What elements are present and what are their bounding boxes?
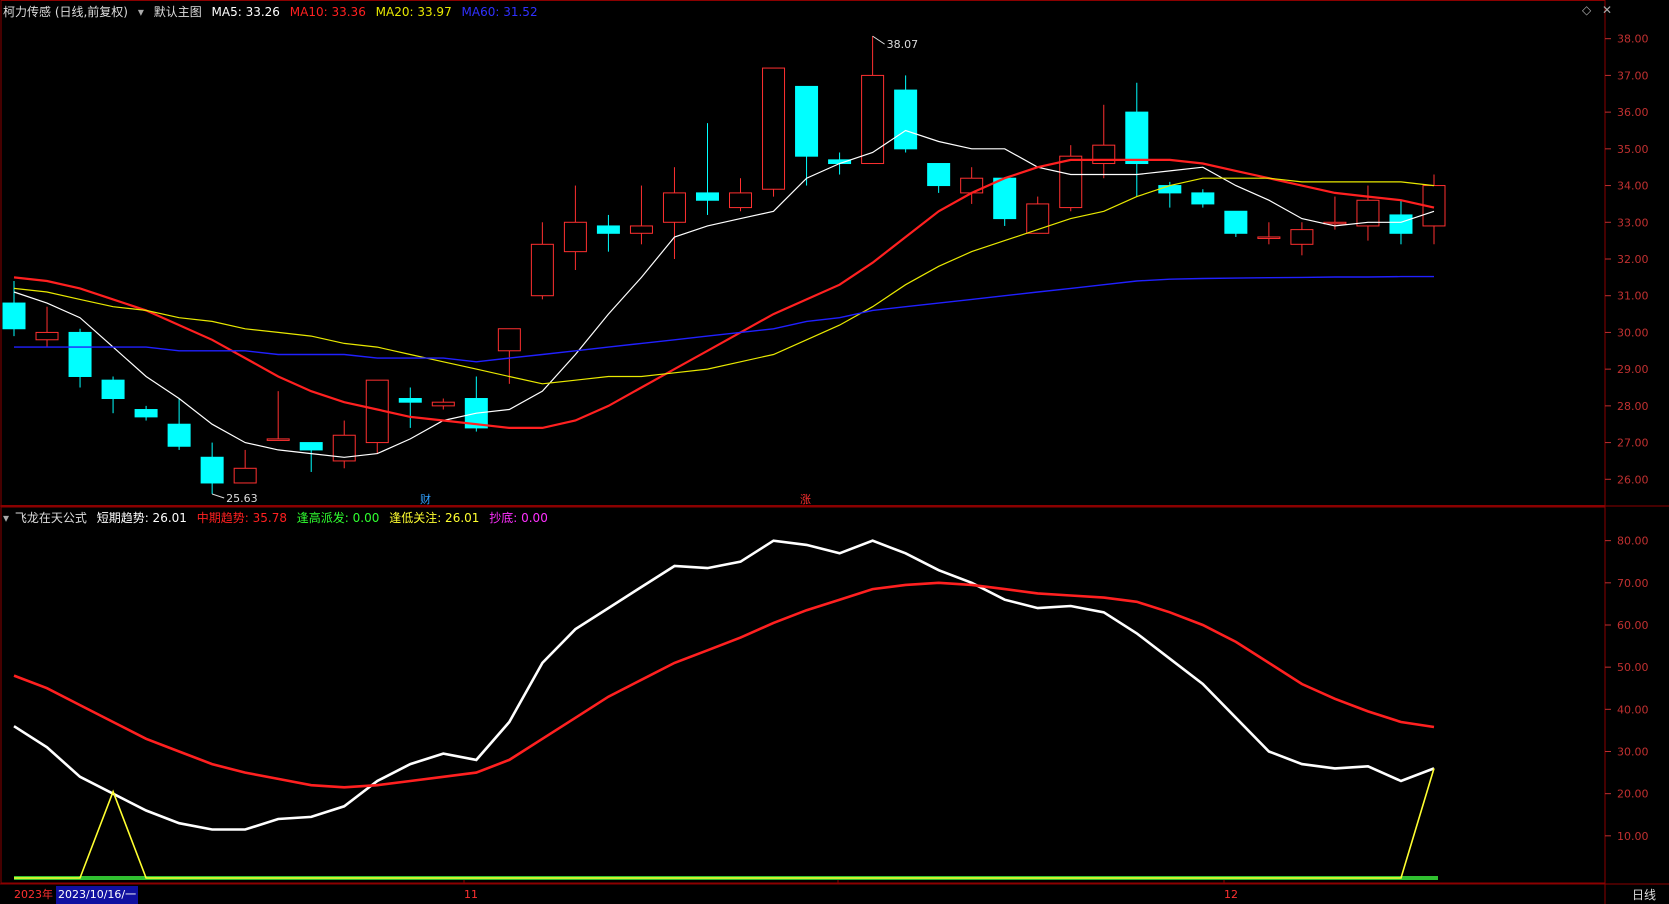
short-trend-line (13, 539, 1435, 831)
price-tick-label: 36.00 (1617, 106, 1649, 119)
candle-body (167, 423, 191, 447)
candle-body (299, 442, 323, 451)
indicator-header: ▾ 飞龙在天公式 短期趋势: 26.01 中期趋势: 35.78 逢高派发: 0… (3, 509, 554, 527)
indicator-frame (0, 506, 1606, 884)
ma20-legend: MA20: 33.97 (375, 5, 452, 19)
ma5-line (13, 129, 1435, 458)
price-tick-label: 38.00 (1617, 33, 1649, 46)
indicator-tick-label: 30.00 (1617, 745, 1649, 758)
candle-body (927, 163, 951, 187)
candle-body (134, 409, 158, 418)
candle-body (1323, 221, 1347, 225)
candle-body (894, 89, 918, 150)
price-tick-label: 35.00 (1617, 143, 1649, 156)
candle-body (1389, 214, 1413, 234)
indicator-tick-label: 70.00 (1617, 577, 1649, 590)
short-trend-legend: 短期趋势: 26.01 (96, 511, 187, 525)
stock-name[interactable]: 柯力传感 (日线,前复权) (3, 5, 128, 19)
price-tick-label: 32.00 (1617, 253, 1649, 266)
candle-body (233, 467, 257, 484)
ma5-legend: MA5: 33.26 (211, 5, 280, 19)
indicator-tick-label: 80.00 (1617, 535, 1649, 548)
finance-marker[interactable]: 财 (420, 491, 431, 509)
extreme-pointer (872, 35, 885, 45)
ma20-line (13, 177, 1435, 385)
candle-body (431, 401, 455, 407)
mid-trend-line (13, 581, 1435, 789)
candle-body (35, 331, 59, 341)
price-tick-label: 31.00 (1617, 290, 1649, 303)
ma60-legend: MA60: 31.52 (461, 5, 538, 19)
candle-body (497, 328, 521, 352)
extreme-pointer (211, 493, 225, 499)
candle-body (530, 243, 554, 297)
candle-body (1125, 111, 1149, 165)
indicator-tick-label: 10.00 (1617, 830, 1649, 843)
price-tick-label: 34.00 (1617, 180, 1649, 193)
candle-body (596, 225, 620, 234)
price-tick-label: 30.00 (1617, 326, 1649, 339)
bottom-buy-legend: 抄底: 0.00 (489, 511, 548, 525)
year-label: 2023年 (14, 888, 53, 901)
chart-canvas: 26.00 27.00 28.00 29.00 30.00 31.00 32.00 33.00… (0, 0, 1669, 904)
candle-body (1059, 155, 1083, 209)
low-watch-line (14, 768, 1435, 879)
chevron-down-icon[interactable]: ▾ (138, 5, 144, 19)
price-tick-label: 26.00 (1617, 473, 1649, 486)
ma10-legend: MA10: 33.36 (289, 5, 366, 19)
main-chart-frame (0, 0, 1606, 506)
candle-body (795, 85, 819, 157)
candle-body (695, 192, 719, 201)
indicator-tick-label: 40.00 (1617, 703, 1649, 716)
price-tick-label: 27.00 (1617, 437, 1649, 450)
candle-body (266, 438, 290, 441)
indicator-tick-label: 60.00 (1617, 619, 1649, 632)
indicator-tick-label: 50.00 (1617, 661, 1649, 674)
main-chart-header: 柯力传感 (日线,前复权) ▾ 默认主图 MA5: 33.26 MA10: 33… (3, 3, 544, 21)
candle-body (1224, 210, 1248, 234)
month-label-12: 12 (1224, 888, 1238, 901)
candle-body (200, 456, 224, 484)
candle-body (2, 302, 26, 330)
candle-body (762, 67, 786, 190)
candle-body (398, 398, 422, 403)
close-icon[interactable]: ✕ (1602, 3, 1612, 17)
limit-up-marker[interactable]: 涨 (800, 491, 811, 509)
candle-body (629, 225, 653, 234)
high-sell-legend: 逢高派发: 0.00 (296, 511, 380, 525)
low-watch-legend: 逢低关注: 26.01 (389, 511, 480, 525)
candle-body (563, 221, 587, 253)
candle-body (1257, 236, 1281, 239)
candle-body (993, 177, 1017, 220)
formula-name[interactable]: 飞龙在天公式 (15, 511, 87, 525)
period-label[interactable]: 日线 (1632, 886, 1656, 904)
mid-trend-legend: 中期趋势: 35.78 (196, 511, 287, 525)
chevron-down-icon[interactable]: ▾ (3, 511, 9, 525)
cursor-date-label: 2023/10/16/一 (56, 886, 139, 904)
template-label[interactable]: 默认主图 (154, 5, 202, 19)
candle-body (101, 379, 125, 400)
candle-body (1158, 185, 1182, 194)
candle-body (729, 192, 753, 209)
month-label-11: 11 (464, 888, 478, 901)
ma10-line (13, 158, 1435, 429)
candle-body (1026, 203, 1050, 234)
price-tick-label: 37.00 (1617, 69, 1649, 82)
high-price-label: 38.07 (887, 38, 919, 51)
low-price-label: 25.63 (226, 492, 257, 505)
candle-body (662, 192, 686, 223)
candle-body (1290, 229, 1314, 245)
price-tick-label: 33.00 (1617, 216, 1649, 229)
indicator-tick-label: 20.00 (1617, 788, 1649, 801)
candle-body (960, 177, 984, 194)
price-tick-label: 29.00 (1617, 363, 1649, 376)
price-tick-label: 28.00 (1617, 400, 1649, 413)
candle-body (68, 331, 92, 377)
candle-body (861, 74, 885, 165)
candle-body (1191, 192, 1215, 205)
diamond-icon[interactable]: ◇ (1582, 3, 1591, 17)
